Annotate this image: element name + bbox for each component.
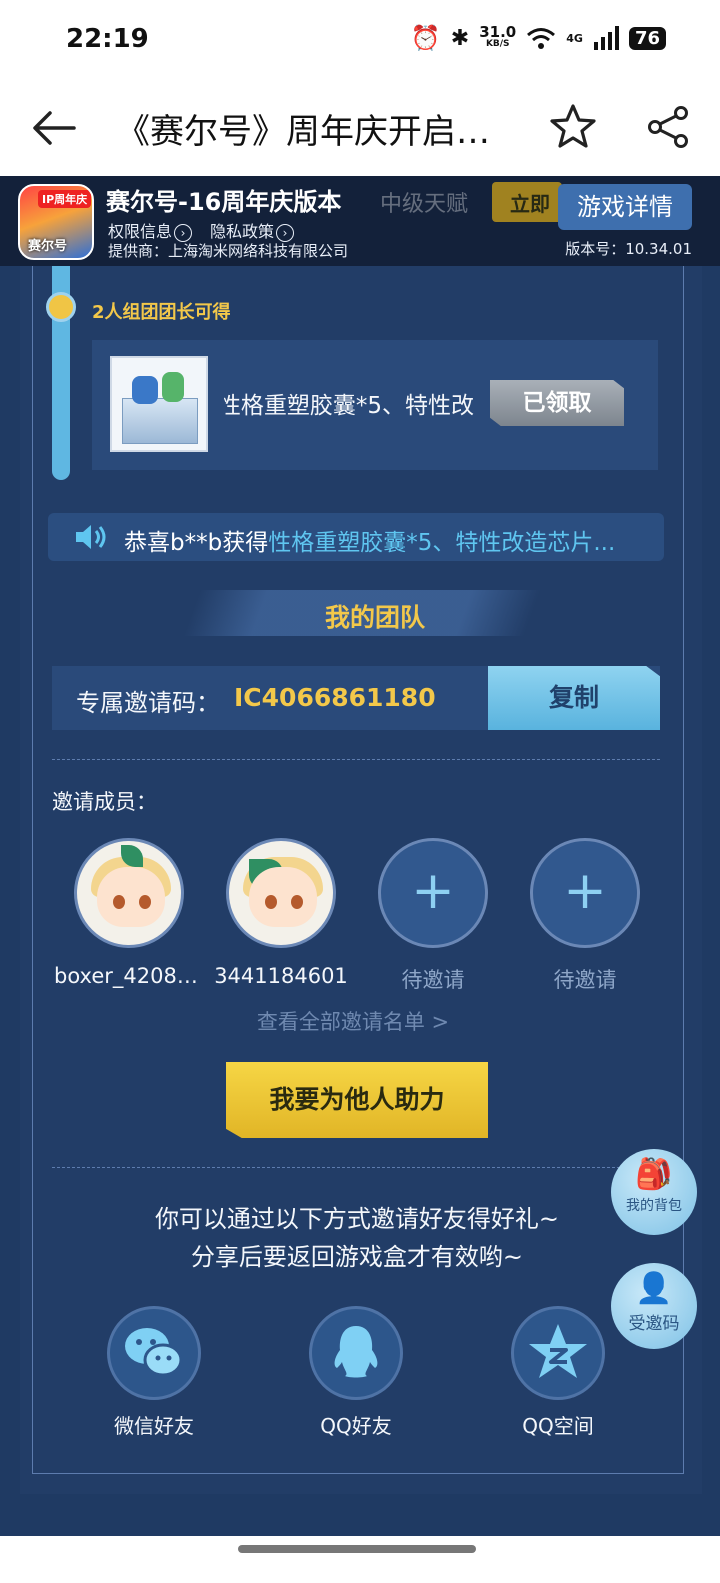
reward-text: 性格重塑胶囊*5、特性改	[224, 393, 474, 419]
divider	[52, 1167, 660, 1168]
status-icons: ⏰ ✱ 31.0 KB/S 4G 76	[411, 24, 666, 52]
gesture-nav-pill[interactable]	[238, 1545, 476, 1553]
signal-icon	[593, 26, 619, 50]
game-detail-button[interactable]: 游戏详情	[558, 184, 692, 230]
net-speed-value: 31.0	[479, 23, 517, 41]
announcement-ticker: 恭喜b**b获得性格重塑胶囊*5、特性改造芯片...	[48, 513, 664, 561]
battery-icon: 76	[628, 26, 666, 50]
avatar-eye-shape	[139, 895, 151, 909]
reward-capsule-shape	[132, 376, 158, 404]
share-label: QQ好友	[320, 1414, 392, 1438]
member-name: boxer_42089…	[54, 964, 204, 988]
wifi-icon	[527, 28, 556, 49]
ticker-highlight: 性格重塑胶囊*5、特性改造芯片...	[268, 530, 616, 556]
member-name: 待邀请	[553, 968, 617, 992]
privacy-link[interactable]: 隐私政策 ›	[210, 218, 295, 242]
reward-box-shape	[122, 398, 198, 444]
back-arrow-icon[interactable]	[30, 104, 78, 152]
member-name: 待邀请	[401, 968, 465, 992]
app-name: 赛尔号-16周年庆版本	[106, 188, 342, 216]
reward-item-image	[110, 356, 208, 452]
share-wechat[interactable]: 微信好友	[94, 1306, 214, 1439]
my-backpack-button[interactable]: 🎒 我的背包	[611, 1149, 697, 1235]
member-slot[interactable]: 3441184601	[214, 838, 348, 988]
plus-icon: +	[563, 861, 607, 921]
user-add-icon: 👤	[635, 1271, 673, 1306]
members-label: 邀请成员：	[52, 790, 157, 814]
provider-text: 提供商：上海淘米网络科技有限公司	[108, 242, 349, 260]
backpack-label: 我的背包	[626, 1198, 682, 1214]
speaker-icon	[76, 525, 106, 549]
tier-label: 2人组团团长可得	[92, 302, 231, 323]
member-slot-pending[interactable]: + 待邀请	[378, 838, 488, 992]
status-time: 22:19	[66, 24, 149, 54]
share-label: QQ空间	[522, 1414, 594, 1438]
alarm-icon: ⏰	[410, 24, 441, 52]
app-icon-logo: 赛尔号	[28, 239, 68, 254]
invite-slot[interactable]: +	[530, 838, 640, 948]
net-speed: 31.0 KB/S	[479, 23, 517, 50]
qq-icon	[309, 1306, 403, 1400]
page-title: 《赛尔号》周年庆开启…	[116, 112, 490, 152]
invite-code-row: 专属邀请码： IC4066861180 复制	[52, 666, 660, 730]
member-slot[interactable]: boxer_42089…	[54, 838, 204, 988]
share-hint: 你可以通过以下方式邀请好友得好礼~ 分享后要返回游戏盒才有效哟~	[0, 1200, 714, 1276]
share-icon[interactable]	[645, 104, 691, 150]
avatar-eye-shape	[291, 895, 303, 909]
share-qq[interactable]: QQ好友	[296, 1306, 416, 1439]
member-slot-pending[interactable]: + 待邀请	[530, 838, 640, 992]
share-hint-line1: 你可以通过以下方式邀请好友得好礼~	[154, 1205, 560, 1233]
privacy-label: 隐私政策	[210, 222, 275, 241]
ticker-prefix: 恭喜b**b获得	[124, 530, 269, 556]
status-bar: 22:19 ⏰ ✱ 31.0 KB/S 4G 76	[0, 0, 720, 80]
copy-button[interactable]: 复制	[488, 666, 660, 730]
share-qzone[interactable]: QQ空间	[498, 1306, 618, 1439]
team-title: 我的团队	[324, 603, 425, 632]
reward-capsule-shape	[162, 372, 184, 402]
title-bar: 《赛尔号》周年庆开启…	[0, 80, 720, 176]
permissions-link[interactable]: 权限信息 ›	[108, 218, 193, 242]
app-icon-badge: IP周年庆	[38, 190, 92, 208]
app-icon: IP周年庆 赛尔号	[18, 184, 94, 260]
avatar-eye-shape	[265, 895, 277, 909]
invite-slot[interactable]: +	[378, 838, 488, 948]
avatar-face-shape	[97, 867, 165, 927]
avatar-face-shape	[249, 867, 317, 927]
avatar	[74, 838, 184, 948]
avatar	[226, 838, 336, 948]
app-info-banner: IP周年庆 赛尔号 中级天赋 立即 赛尔号-16周年庆版本 权限信息 › 隐私政策…	[0, 176, 720, 266]
help-others-button[interactable]: 我要为他人助力	[226, 1062, 488, 1138]
underlying-text: 中级天赋	[380, 192, 469, 217]
system-nav-area	[0, 1536, 720, 1583]
policy-links: 权限信息 › 隐私政策 ›	[108, 218, 295, 242]
version-text: 版本号：10.34.01	[565, 240, 692, 258]
progress-dot	[46, 292, 76, 322]
invite-code-label: 专属邀请码：	[76, 689, 220, 717]
plus-icon: +	[411, 861, 455, 921]
permissions-label: 权限信息	[108, 222, 173, 241]
view-all-invites-link[interactable]: 查看全部邀请名单 >	[0, 1006, 706, 1036]
backpack-icon: 🎒	[635, 1157, 673, 1192]
reward-card: 性格重塑胶囊*5、特性改 已领取	[92, 340, 658, 470]
share-label: 微信好友	[114, 1414, 194, 1438]
main-content[interactable]: 2人组团团长可得 性格重塑胶囊*5、特性改 已领取 恭喜b**b获得性格重塑胶囊…	[0, 266, 720, 1536]
invited-code-label: 受邀码	[628, 1314, 680, 1334]
member-name: 3441184601	[214, 964, 348, 988]
wechat-icon	[107, 1306, 201, 1400]
invite-code-value: IC4066861180	[234, 683, 436, 712]
favorite-star-icon[interactable]	[548, 102, 598, 152]
ticker-text: 恭喜b**b获得性格重塑胶囊*5、特性改造芯片...	[124, 523, 644, 557]
divider	[52, 759, 660, 760]
qzone-icon	[511, 1306, 605, 1400]
avatar-eye-shape	[113, 895, 125, 909]
underlying-button: 立即	[492, 182, 562, 222]
network-type: 4G	[566, 31, 583, 45]
share-hint-line2: 分享后要返回游戏盒才有效哟~	[190, 1243, 524, 1271]
claimed-button[interactable]: 已领取	[490, 380, 624, 426]
invited-code-button[interactable]: 👤 受邀码	[611, 1263, 697, 1349]
bluetooth-icon: ✱	[450, 25, 470, 51]
